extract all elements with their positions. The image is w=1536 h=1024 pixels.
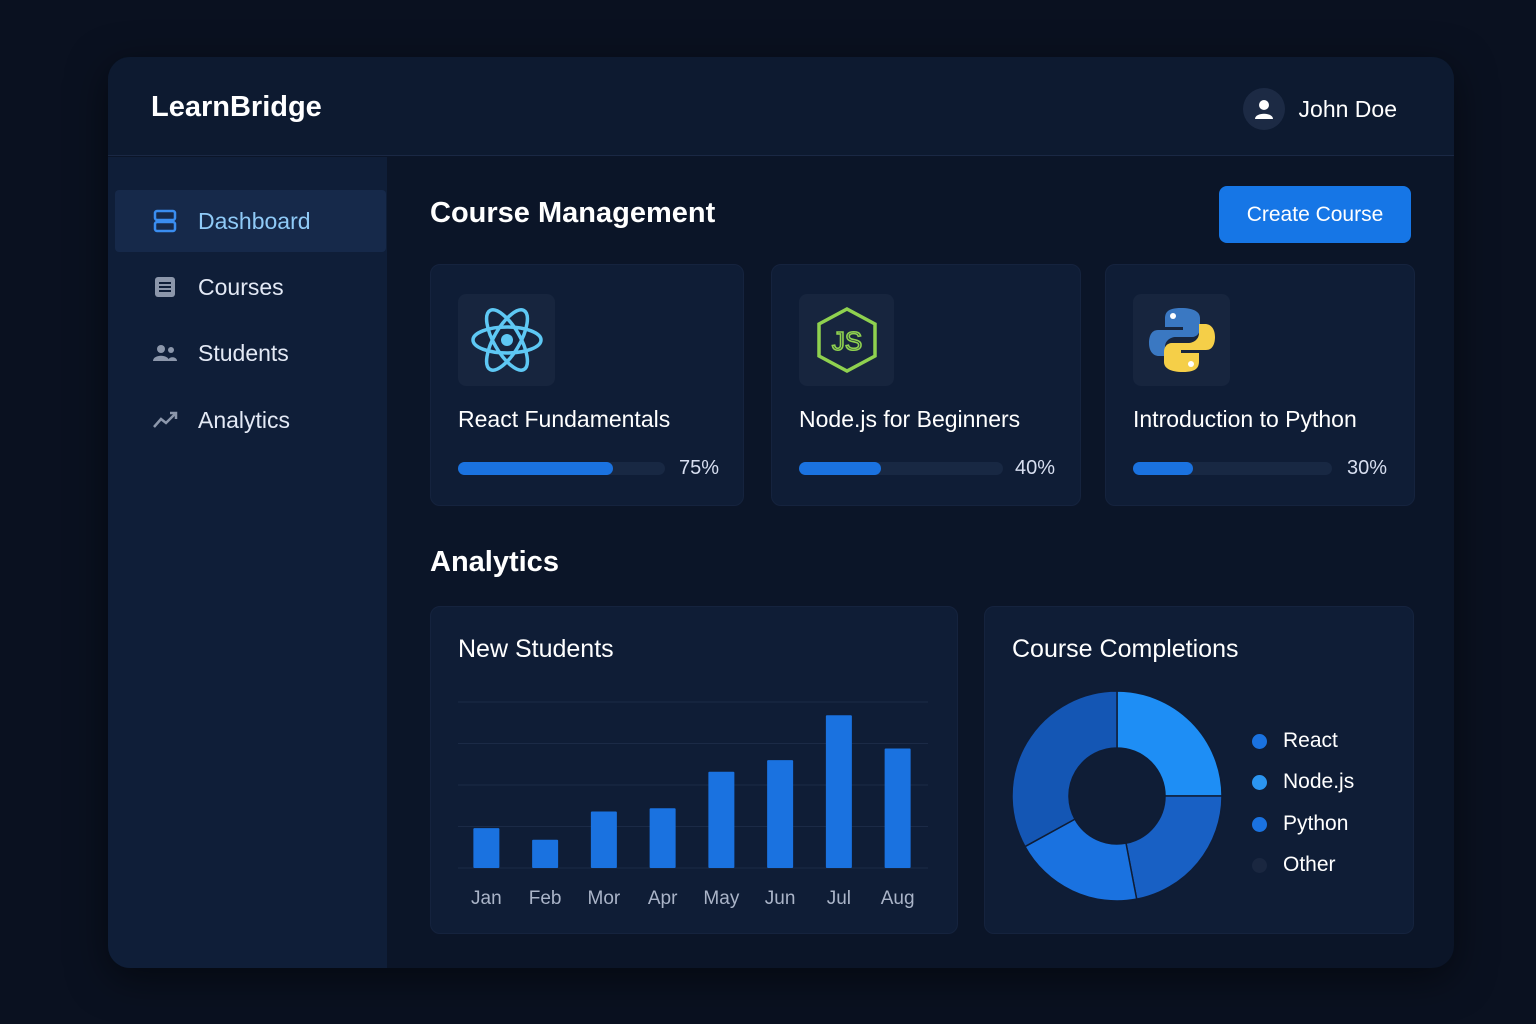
panel-title: Course Completions (1012, 635, 1239, 663)
legend-item-python: Python (1252, 812, 1348, 836)
user-menu[interactable]: John Doe (1242, 88, 1397, 130)
new-students-chart: Jan Feb Mor Apr May Jun Jul Aug (458, 701, 928, 909)
x-tick-label: May (703, 888, 739, 909)
progress-bar (458, 462, 665, 475)
legend-swatch (1252, 816, 1267, 832)
progress-fill (458, 462, 614, 475)
legend-swatch (1252, 774, 1267, 790)
react-icon (458, 294, 555, 386)
course-completions-chart (1011, 690, 1223, 902)
legend-swatch (1252, 857, 1267, 873)
bar-jul (825, 715, 852, 868)
legend-item-react: React (1252, 729, 1338, 753)
progress-fill (799, 462, 881, 475)
svg-text:JS: JS (831, 326, 861, 356)
sidebar-item-label: Analytics (198, 406, 291, 433)
sidebar-item-label: Dashboard (198, 207, 311, 234)
legend-swatch (1252, 733, 1267, 749)
python-icon (1133, 294, 1230, 386)
x-tick-label: Jul (827, 888, 851, 909)
slice-other (1011, 690, 1118, 848)
x-tick-label: Jun (765, 888, 796, 909)
sidebar-item-courses[interactable]: Courses (115, 256, 386, 318)
list-icon (151, 273, 179, 301)
sidebar-item-students[interactable]: Students (115, 322, 386, 384)
course-title: React Fundamentals (458, 406, 671, 432)
course-title: Introduction to Python (1133, 406, 1357, 432)
trend-icon (151, 406, 179, 434)
avatar[interactable] (1242, 88, 1285, 130)
progress-bar (799, 462, 1003, 475)
course-title: Node.js for Beginners (799, 406, 1021, 432)
section-title-analytics: Analytics (430, 546, 559, 578)
x-tick-label: Mor (588, 888, 621, 909)
sidebar-item-analytics[interactable]: Analytics (115, 389, 386, 451)
app-window: LearnBridge John Doe Dashboard Courses S… (108, 57, 1454, 968)
main-content: Course Management Create Course React Fu… (387, 157, 1454, 968)
x-tick-label: Aug (881, 888, 915, 909)
course-completions-panel: Course Completions React Node.js Python … (984, 606, 1414, 934)
progress-label: 40% (1015, 457, 1056, 479)
course-card-nodejs[interactable]: JS Node.js for Beginners 40% (771, 264, 1081, 506)
legend-label: Node.js (1283, 770, 1355, 793)
sidebar-item-label: Students (198, 339, 289, 366)
new-students-panel: New Students Jan Feb Mor Apr May Jun Jul Aug (430, 606, 958, 934)
progress-label: 30% (1347, 457, 1388, 479)
users-icon (151, 339, 179, 367)
bar-may (708, 771, 735, 868)
top-bar: LearnBridge John Doe (108, 57, 1454, 156)
section-title-courses: Course Management (430, 197, 716, 229)
user-icon (1254, 100, 1273, 119)
x-tick-label: Jan (471, 888, 502, 909)
progress-label: 75% (679, 457, 720, 479)
dashboard-icon (151, 207, 179, 235)
legend-item-other: Other (1252, 853, 1336, 877)
sidebar-item-dashboard[interactable]: Dashboard (115, 190, 386, 252)
legend-label: React (1283, 729, 1338, 752)
course-card-python[interactable]: Introduction to Python 30% (1105, 264, 1415, 506)
bar-mor (590, 811, 617, 868)
sidebar: Dashboard Courses Students Analytics (108, 157, 387, 968)
bar-feb (532, 839, 559, 868)
progress-fill (1133, 462, 1193, 475)
bar-apr (649, 808, 676, 868)
create-course-button[interactable]: Create Course (1219, 186, 1411, 243)
progress-bar (1133, 462, 1332, 475)
sidebar-item-label: Courses (198, 273, 284, 300)
bar-aug (884, 748, 911, 868)
bar-jun (767, 760, 794, 868)
legend-label: Other (1283, 853, 1336, 876)
bar-jan (473, 828, 500, 868)
x-tick-label: Feb (529, 888, 562, 909)
brand-logo[interactable]: LearnBridge (151, 91, 322, 124)
legend-item-nodejs: Node.js (1252, 770, 1354, 794)
slice-nodejs (1125, 795, 1223, 901)
x-tick-label: Apr (648, 888, 678, 909)
nodejs-icon: JS (799, 294, 894, 386)
legend-label: Python (1283, 812, 1349, 835)
course-card-react[interactable]: React Fundamentals 75% (430, 264, 744, 506)
user-name: John Doe (1298, 95, 1397, 122)
slice-react (1116, 690, 1223, 797)
